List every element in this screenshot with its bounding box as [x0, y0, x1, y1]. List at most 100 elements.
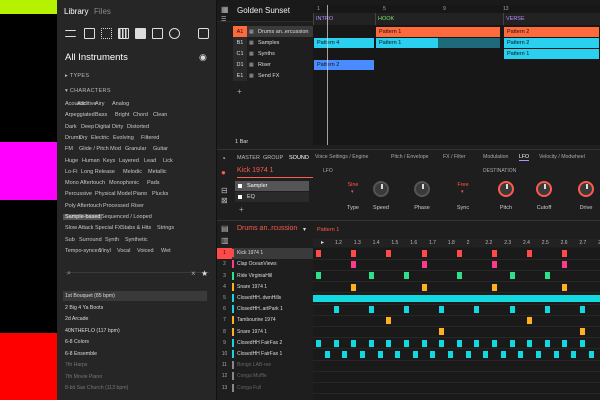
result-item[interactable]: 6-8 Colors: [63, 337, 207, 347]
step-note[interactable]: [588, 350, 594, 358]
pad-row[interactable]: 3 Ride VirginiaHill: [223, 270, 314, 281]
step-note[interactable]: [544, 306, 550, 313]
step-note[interactable]: [316, 339, 321, 347]
tag-chip[interactable]: Voiced: [137, 248, 154, 254]
tag-chip[interactable]: FM: [65, 146, 73, 152]
tag-chip[interactable]: Melodic: [123, 169, 142, 175]
tag-chip[interactable]: Clean: [153, 112, 167, 118]
pad-row[interactable]: 11 Bongo LAB-ree: [222, 360, 314, 371]
record-icon[interactable]: ●: [221, 168, 226, 177]
plugin-slot-eq[interactable]: EQ: [235, 192, 309, 202]
pad-row[interactable]: 7 Tambourine 1974: [223, 315, 314, 326]
step-note[interactable]: [492, 339, 497, 347]
tag-chip[interactable]: Glide / Pitch Mod: [79, 146, 121, 152]
step-note[interactable]: [474, 339, 480, 347]
step-note[interactable]: [509, 339, 515, 347]
step-note[interactable]: [368, 306, 374, 313]
result-item[interactable]: 1st Bouquet (85 bpm): [63, 291, 207, 301]
tag-chip[interactable]: Special FX: [95, 225, 122, 231]
tab-sound[interactable]: SOUND: [289, 155, 309, 161]
step-note[interactable]: [580, 328, 585, 336]
result-item[interactable]: 7th Harps: [63, 360, 207, 370]
step-note[interactable]: [386, 339, 392, 347]
step-note[interactable]: [456, 250, 462, 257]
step-note[interactable]: [553, 350, 559, 358]
param-tab[interactable]: Velocity / Modwheel: [539, 154, 585, 160]
step-note[interactable]: [342, 350, 348, 358]
tag-chip[interactable]: Sub: [65, 237, 75, 243]
clip-pattern-4[interactable]: Pattern 4: [314, 38, 374, 48]
tag-chip[interactable]: Monophonic: [109, 180, 139, 186]
knob-value[interactable]: Free: [443, 182, 483, 188]
step-note[interactable]: [509, 272, 515, 280]
tag-chip[interactable]: Lo-Fi: [65, 169, 78, 175]
tab-files[interactable]: Files: [94, 7, 111, 16]
arranger-timeline[interactable]: 1 5 9 13 INTRO HOOK VERSE Pattern 1 Pattern 2P…: [313, 5, 600, 145]
group-icon[interactable]: [84, 28, 95, 39]
step-note[interactable]: [386, 250, 392, 257]
tag-chip[interactable]: Granular: [125, 146, 146, 152]
step-note[interactable]: [377, 350, 383, 358]
user-icon[interactable]: [198, 28, 209, 39]
cutoff-knob[interactable]: [536, 181, 552, 197]
tag-chip[interactable]: Physical Model: [95, 191, 132, 197]
tag-chip[interactable]: Lead: [144, 158, 156, 164]
close-icon[interactable]: ×: [191, 269, 196, 278]
tag-chip[interactable]: Filtered: [141, 135, 159, 141]
step-note[interactable]: [316, 272, 321, 280]
tag-chip[interactable]: Vocal: [117, 248, 130, 254]
star-icon[interactable]: ★: [201, 269, 208, 278]
loop-icon[interactable]: [169, 28, 180, 39]
plugin-slot-sampler[interactable]: Sampler: [235, 181, 309, 191]
step-note[interactable]: [474, 306, 480, 313]
clip-pattern-2[interactable]: Pattern 2: [314, 60, 374, 70]
result-item[interactable]: 2d Arcade: [63, 314, 207, 324]
step-note[interactable]: [527, 339, 533, 347]
tag-chip[interactable]: Sample-based: [63, 214, 103, 220]
tag-chip[interactable]: Deep: [81, 124, 94, 130]
tag-chip[interactable]: Lick: [163, 158, 173, 164]
step-note[interactable]: [527, 250, 533, 257]
tag-chip[interactable]: Pads: [147, 180, 160, 186]
step-grid[interactable]: [313, 248, 600, 400]
result-item[interactable]: 7th Movie Piano: [63, 372, 207, 382]
tag-chip[interactable]: Vinyl: [99, 248, 111, 254]
sampler-icon[interactable]: [135, 28, 146, 39]
tag-chip[interactable]: Dirty: [112, 124, 123, 130]
tag-chip[interactable]: Chord: [133, 112, 148, 118]
step-note[interactable]: [404, 339, 409, 347]
drive-knob[interactable]: [578, 181, 594, 197]
clip-pattern-2[interactable]: Pattern 2: [504, 27, 599, 37]
tag-chip[interactable]: Long Release: [81, 169, 115, 175]
keyboard-icon[interactable]: [118, 28, 129, 39]
tag-chip[interactable]: Slow Attack: [65, 225, 93, 231]
step-note[interactable]: [368, 272, 374, 280]
tag-chip[interactable]: Mono Aftertouch: [65, 180, 105, 186]
grid-icon[interactable]: [101, 28, 112, 39]
step-note[interactable]: [360, 350, 365, 358]
pad-row[interactable]: 6 ClosedHH..artPark 1: [223, 304, 314, 315]
tag-chip[interactable]: Human: [82, 158, 100, 164]
step-note[interactable]: [544, 272, 550, 280]
param-tab[interactable]: FX / Filter: [443, 154, 465, 160]
step-note[interactable]: [333, 306, 339, 313]
param-tab[interactable]: LFO: [519, 154, 530, 161]
pad-row[interactable]: 10 ClosedHH FairFax 1: [222, 349, 314, 360]
step-note[interactable]: [439, 306, 445, 313]
step-note[interactable]: [536, 350, 541, 358]
song-icon[interactable]: ☰: [221, 16, 226, 23]
tag-chip[interactable]: Analog: [112, 101, 129, 107]
pad-row[interactable]: 8 Snare 1974 1: [223, 326, 314, 337]
phase-knob[interactable]: [414, 181, 430, 197]
plugin-icon[interactable]: ⊟: [221, 186, 228, 195]
pad-row[interactable]: 4 Snare 1974 1: [223, 282, 314, 293]
param-tab[interactable]: Pitch / Envelope: [391, 154, 429, 160]
tag-chip[interactable]: Layered: [119, 158, 139, 164]
channel-icon[interactable]: ⊠: [221, 196, 228, 205]
result-item[interactable]: 40NTHEFLO (117 bpm): [63, 326, 207, 336]
playhead[interactable]: [327, 5, 328, 145]
step-note[interactable]: [421, 250, 427, 257]
step-note[interactable]: [395, 350, 401, 358]
speed-knob[interactable]: [373, 181, 389, 197]
step-note[interactable]: [483, 350, 489, 358]
